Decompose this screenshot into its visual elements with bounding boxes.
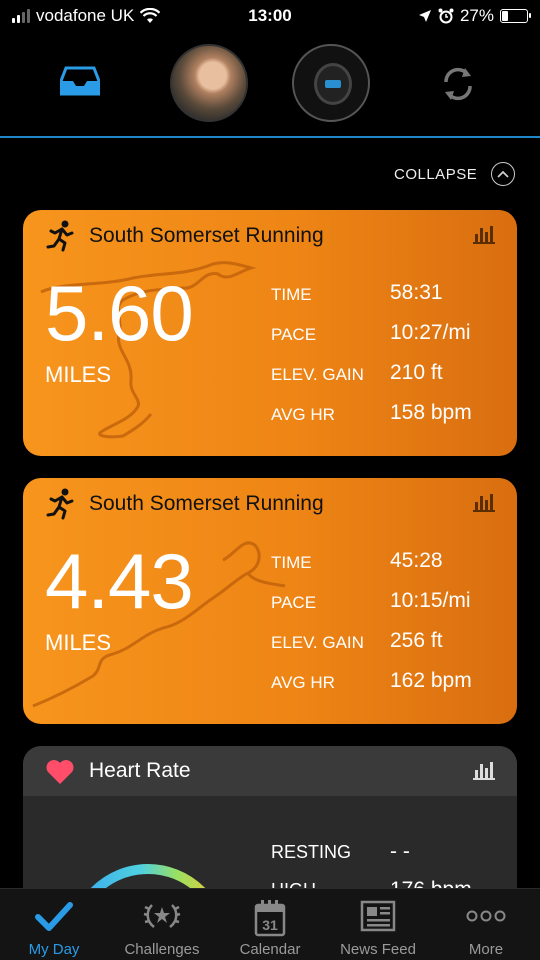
calendar-icon: 31 [254,900,286,937]
avg-hr-label: AVG HR [271,673,335,692]
activity-title: South Somerset Running [89,492,324,515]
collapse-label: COLLAPSE [394,165,478,183]
tab-news-feed[interactable]: News Feed [324,889,432,960]
newspaper-icon [360,900,396,932]
tab-label: Calendar [239,941,301,958]
tab-label: News Feed [340,941,416,958]
collapse-button[interactable]: COLLAPSE [394,162,516,186]
activity-title: South Somerset Running [89,224,324,247]
sync-icon[interactable] [438,64,478,104]
nav-divider [0,136,540,138]
stat-labels: TIME PACE ELEV. GAIN AVG HR [271,284,364,444]
more-dots-icon [466,910,506,922]
heart-rate-header: Heart Rate [23,746,517,796]
bar-chart-icon[interactable] [473,492,495,512]
tab-label: Challenges [124,941,200,958]
time-label: TIME [271,553,312,572]
pace-value: 10:27/mi [390,321,471,344]
resting-label: RESTING [271,842,352,862]
tab-label: My Day [28,941,80,958]
inbox-icon[interactable] [60,66,100,96]
pace-label: PACE [271,593,317,612]
battery-percent: 27% [459,6,494,25]
pace-value: 10:15/mi [390,589,471,612]
elev-gain-value: 210 ft [390,361,443,384]
activity-card[interactable]: South Somerset Running 5.60 MILES TIME P… [23,210,517,456]
stat-values: 58:31 10:27/mi 210 ft 158 bpm [390,282,472,442]
bar-chart-icon[interactable] [473,760,495,780]
tab-label: More [468,941,504,958]
distance-unit: MILES [45,630,112,655]
status-right: 27% [418,6,531,26]
status-bar: vodafone UK 13:00 27% [0,0,540,32]
bar-chart-icon[interactable] [473,224,495,244]
pace-label: PACE [271,325,317,344]
running-icon [46,488,74,520]
heart-icon [46,760,74,784]
activity-card[interactable]: South Somerset Running 4.43 MILES TIME P… [23,478,517,724]
heart-rate-title: Heart Rate [89,759,191,782]
distance-unit: MILES [45,362,112,387]
time-value: 58:31 [390,281,443,304]
calendar-day: 31 [262,917,278,933]
time-label: TIME [271,285,312,304]
tab-challenges[interactable]: Challenges [108,889,216,960]
avg-hr-value: 158 bpm [390,401,472,424]
location-arrow-icon [418,10,431,22]
elev-gain-label: ELEV. GAIN [271,633,364,652]
elev-gain-value: 256 ft [390,629,443,652]
alarm-icon [438,8,454,24]
tab-my-day[interactable]: My Day [0,889,108,960]
profile-avatar[interactable] [170,44,248,122]
battery-icon [500,9,531,23]
chevron-up-icon [491,162,516,186]
laurel-icon [143,904,181,928]
watch-device-icon[interactable] [292,44,370,122]
avg-hr-value: 162 bpm [390,669,472,692]
running-icon [46,220,74,252]
resting-value: - - [390,840,410,863]
checkmark-icon [35,902,73,931]
stat-values: 45:28 10:15/mi 256 ft 162 bpm [390,550,472,710]
battery-fill [502,11,508,21]
tab-more[interactable]: More [432,889,540,960]
tab-calendar[interactable]: 31 Calendar [216,889,324,960]
elev-gain-label: ELEV. GAIN [271,365,364,384]
avg-hr-label: AVG HR [271,405,335,424]
stat-labels: TIME PACE ELEV. GAIN AVG HR [271,552,364,712]
bottom-tab-bar: My Day Challenges 31 Calendar News Feed [0,888,540,960]
distance-value: 4.43 [45,537,194,625]
time-value: 45:28 [390,549,443,572]
top-navigation [0,32,540,138]
distance-value: 5.60 [45,269,194,357]
